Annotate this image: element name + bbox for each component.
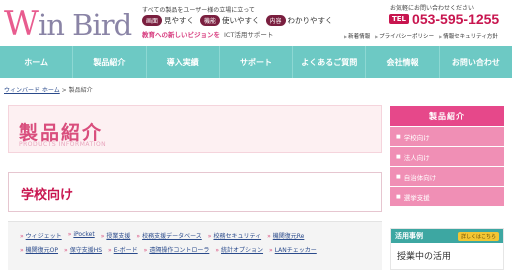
product-link[interactable]: 授業支援	[101, 231, 130, 240]
breadcrumb-current: 製品紹介	[68, 87, 93, 94]
nav-home[interactable]: ホーム	[0, 46, 74, 78]
main-nav: ホーム 製品紹介 導入実績 サポート よくあるご質問 会社情報 お問い合わせ	[0, 46, 512, 78]
header-link-news[interactable]: 新着情報	[344, 32, 370, 40]
nav-products[interactable]: 製品紹介	[73, 46, 147, 78]
feature-text: 見やすく	[164, 16, 195, 25]
feature-text: わかりやすく	[287, 16, 333, 25]
case-study-panel: 活用事例 詳しくはこちら 授業中の活用	[390, 228, 504, 270]
product-link[interactable]: LANチェッカー	[269, 245, 317, 254]
product-link[interactable]: 遠隔操作コントローラ	[144, 245, 209, 254]
sidebar-item-corporate[interactable]: ■ 法人向け	[390, 146, 504, 166]
feature-pills: 画面 見やすく 機能 使いやすく 内容 わかりやすく	[142, 15, 337, 26]
nav-support[interactable]: サポート	[220, 46, 294, 78]
feature-text: 使いやすく	[222, 16, 260, 25]
site-header: Win Bird すべての製品をユーザー様の立場に立って 画面 見やすく 機能 …	[0, 0, 512, 46]
page-title-box: 製品紹介 PRODUCTS INFORMATION	[8, 105, 382, 153]
product-link[interactable]: 保守支援HS	[64, 245, 102, 254]
nav-company[interactable]: 会社情報	[366, 46, 440, 78]
sidebar-item-election[interactable]: ■ 選挙支援	[390, 186, 504, 206]
product-link[interactable]: 校務セキュリティ	[208, 231, 261, 240]
product-link[interactable]: 機関復元Re	[267, 231, 305, 240]
square-bullet-icon: ■	[396, 153, 401, 160]
nav-results[interactable]: 導入実績	[147, 46, 220, 78]
phone-number: 053-595-1255	[412, 11, 500, 27]
sidebar-item-label: 法人向け	[403, 153, 430, 162]
sidebar-menu: 製品紹介 ■ 学校向け ■ 法人向け ■ 自治体向け ■ 選挙支援	[390, 106, 504, 206]
case-study-label: 活用事例	[395, 232, 423, 240]
case-study-header: 活用事例 詳しくはこちら	[391, 229, 503, 243]
header-link-privacy[interactable]: プライバシーポリシー	[375, 32, 434, 40]
product-link[interactable]: E-ボード	[108, 245, 138, 254]
category-title: 学校向け	[21, 188, 74, 203]
slogan-main: 教育への新しいビジョンを	[142, 31, 220, 39]
nav-contact[interactable]: お問い合わせ	[440, 46, 512, 78]
product-link[interactable]: 統計オプション	[215, 245, 263, 254]
feature-badge: 画面	[142, 15, 163, 26]
slogan: 教育への新しいビジョンを ICT活用サポート	[142, 29, 273, 39]
phone-block: TEL 053-595-1255	[389, 11, 499, 27]
site-logo[interactable]: Win Bird	[4, 4, 132, 44]
sidebar-item-label: 選挙支援	[403, 193, 430, 202]
header-links: 新着情報 プライバシーポリシー 情報セキュリティ方針	[344, 32, 498, 40]
product-link[interactable]: 機関復元OP	[20, 245, 58, 254]
sidebar-item-municipal[interactable]: ■ 自治体向け	[390, 166, 504, 186]
details-button[interactable]: 詳しくはこちら	[457, 231, 499, 241]
tagline: すべての製品をユーザー様の立場に立って	[142, 7, 255, 14]
product-links-row: ウィジェット iPocket 授業支援 校務支援データベース 校務セキュリティ …	[20, 231, 305, 240]
sidebar-item-label: 自治体向け	[403, 173, 437, 182]
sidebar-heading: 製品紹介	[390, 106, 504, 126]
tel-badge: TEL	[389, 14, 410, 24]
category-box: 学校向け	[8, 172, 382, 212]
product-link[interactable]: iPocket	[68, 231, 94, 240]
breadcrumb: ウィンバード ホーム > 製品紹介	[4, 85, 93, 94]
feature-badge: 内容	[265, 15, 286, 26]
breadcrumb-separator: >	[59, 87, 69, 94]
sidebar-item-label: 学校向け	[403, 133, 430, 142]
square-bullet-icon: ■	[396, 173, 401, 180]
product-link[interactable]: ウィジェット	[20, 231, 62, 240]
product-links-row: 機関復元OP 保守支援HS E-ボード 遠隔操作コントローラ 統計オプション L…	[20, 245, 317, 254]
slogan-sub: ICT活用サポート	[224, 31, 274, 39]
nav-faq[interactable]: よくあるご質問	[293, 46, 367, 78]
product-links: ウィジェット iPocket 授業支援 校務支援データベース 校務セキュリティ …	[8, 221, 382, 270]
page-subtitle: PRODUCTS INFORMATION	[19, 141, 107, 148]
sidebar-item-school[interactable]: ■ 学校向け	[390, 126, 504, 146]
feature-badge: 機能	[200, 15, 221, 26]
square-bullet-icon: ■	[396, 193, 401, 200]
breadcrumb-home[interactable]: ウィンバード ホーム	[4, 87, 60, 94]
product-link[interactable]: 校務支援データベース	[136, 231, 202, 240]
header-link-security[interactable]: 情報セキュリティ方針	[439, 32, 498, 40]
square-bullet-icon: ■	[396, 133, 401, 140]
case-study-text: 授業中の活用	[397, 252, 452, 262]
